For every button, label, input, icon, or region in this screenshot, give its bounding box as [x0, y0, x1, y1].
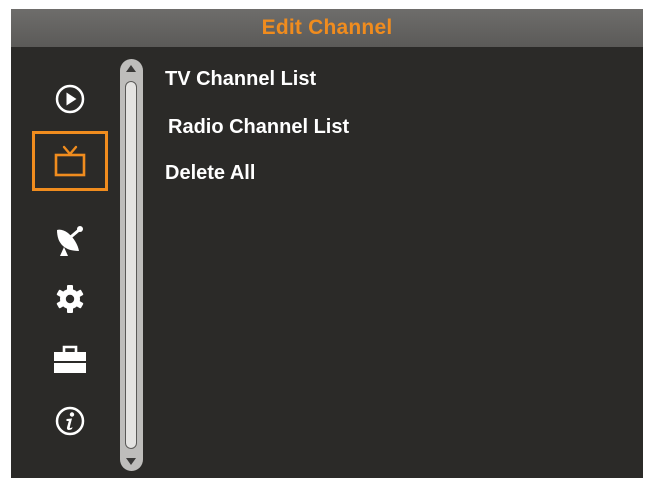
gear-icon	[56, 285, 84, 313]
satellite-dish-icon	[57, 226, 83, 256]
header-bar: Edit Channel	[11, 9, 643, 47]
scroll-down-arrow-icon[interactable]	[126, 458, 136, 465]
menu-item-tv-channel-list[interactable]: TV Channel List	[165, 67, 316, 91]
sidebar-item-tools[interactable]	[32, 329, 108, 389]
tv-icon	[54, 145, 86, 177]
play-icon	[55, 84, 85, 114]
edit-channel-screen: Edit Channel TV Channel List Radio Chann…	[11, 9, 643, 478]
sidebar-item-info[interactable]	[32, 391, 108, 451]
sidebar-item-play[interactable]	[32, 69, 108, 129]
toolbox-icon	[54, 345, 86, 373]
menu-item-radio-channel-list[interactable]: Radio Channel List	[168, 115, 349, 139]
sidebar-item-settings[interactable]	[32, 269, 108, 329]
page-title: Edit Channel	[261, 16, 393, 39]
menu-item-delete-all[interactable]: Delete All	[165, 161, 255, 185]
sidebar-item-edit-channel[interactable]	[32, 131, 108, 191]
sidebar-nav	[11, 47, 116, 478]
menu-scrollbar[interactable]	[120, 59, 143, 471]
info-icon	[55, 406, 85, 436]
scroll-up-arrow-icon[interactable]	[126, 65, 136, 72]
sidebar-item-satellite[interactable]	[32, 209, 108, 269]
scroll-track[interactable]	[125, 81, 137, 449]
